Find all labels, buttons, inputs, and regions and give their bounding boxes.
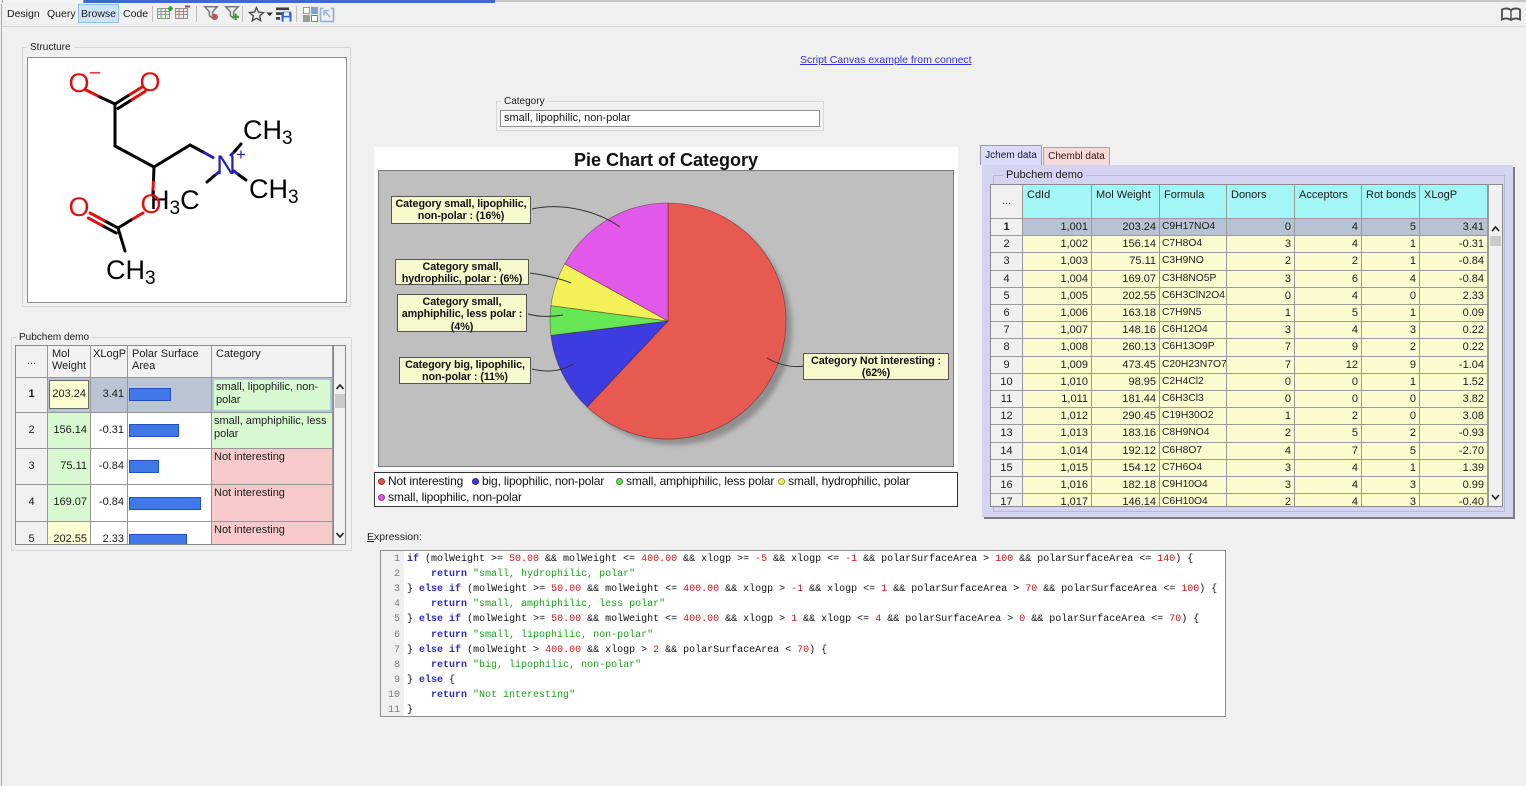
svg-text:N: N <box>216 150 236 180</box>
svg-text:CH3: CH3 <box>106 255 156 289</box>
svg-text:O: O <box>68 68 89 98</box>
svg-text:O: O <box>139 67 160 97</box>
svg-text:–: – <box>90 62 101 83</box>
svg-text:+: + <box>236 145 246 164</box>
svg-text:O: O <box>140 189 161 219</box>
svg-text:O: O <box>68 192 89 222</box>
svg-text:CH3: CH3 <box>243 115 293 149</box>
svg-text:CH3: CH3 <box>249 174 299 208</box>
